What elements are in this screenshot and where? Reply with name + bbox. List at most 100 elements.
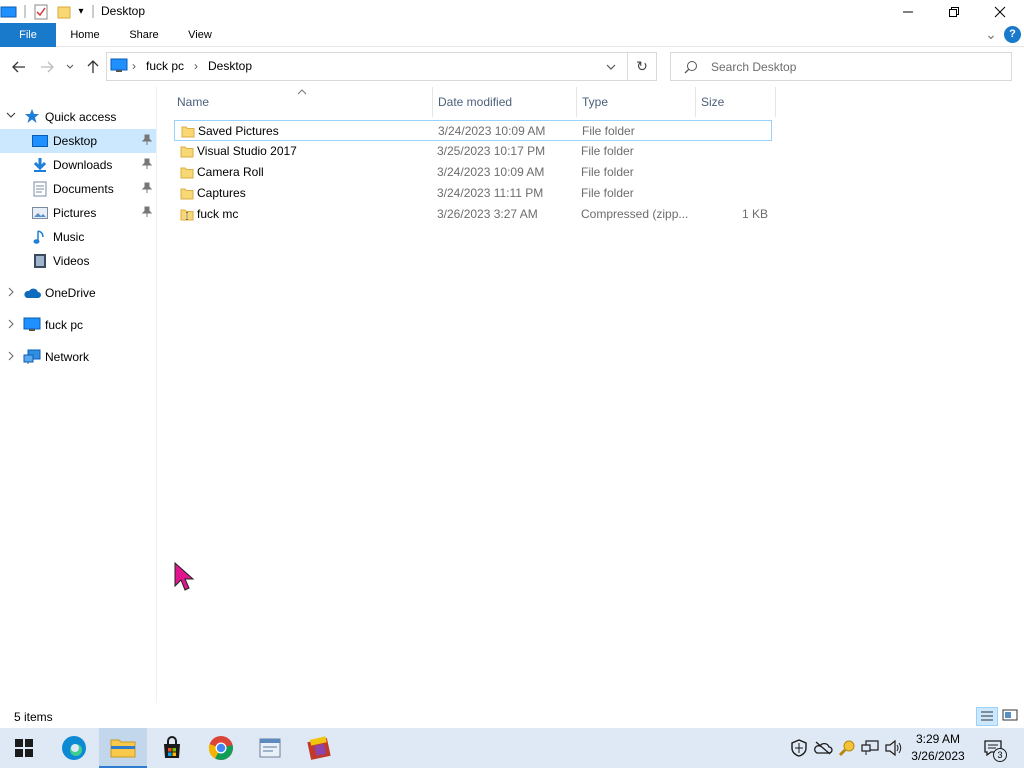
column-header-name[interactable]: Name (171, 87, 433, 117)
pin-icon (141, 206, 153, 221)
onedrive-offline-icon (814, 741, 833, 755)
file-type: File folder (581, 144, 634, 158)
nav-item-this-pc[interactable]: fuck pc (0, 313, 156, 337)
zip-folder-icon (180, 209, 194, 221)
documents-icon (33, 181, 47, 200)
restore-icon (949, 6, 959, 17)
table-row[interactable]: Saved Pictures 3/24/2023 10:09 AM File f… (174, 120, 772, 141)
column-header-size[interactable]: Size (695, 87, 776, 117)
breadcrumb-separator[interactable]: › (194, 59, 198, 73)
store-taskbar-button[interactable] (148, 728, 196, 768)
nav-item-videos[interactable]: Videos (0, 249, 156, 273)
nav-item-onedrive[interactable]: OneDrive (0, 281, 156, 305)
notification-center-button[interactable]: 3 (980, 738, 1007, 762)
winrar-icon (307, 736, 331, 760)
details-view-button[interactable] (976, 707, 998, 726)
column-header-type[interactable]: Type (576, 87, 696, 117)
nav-item-pictures[interactable]: Pictures (0, 201, 156, 225)
large-icons-view-icon (1002, 709, 1018, 721)
volume-tray-icon[interactable] (883, 738, 905, 758)
recent-locations-button[interactable] (62, 55, 78, 79)
collapsed-chevron-icon[interactable] (6, 319, 16, 332)
table-row[interactable]: Camera Roll 3/24/2023 10:09 AM File fold… (174, 162, 772, 183)
customize-qa-chevron-icon[interactable]: ▾ (74, 3, 88, 20)
forward-button[interactable] (37, 55, 57, 79)
file-type: File folder (581, 186, 634, 200)
qa-separator (92, 3, 94, 20)
this-pc-icon (23, 317, 41, 336)
properties-icon[interactable] (32, 3, 50, 20)
file-list: Name Date modified Type Size Saved Pictu… (160, 87, 1024, 703)
nav-label: Quick access (45, 110, 117, 124)
file-size: 1 KB (741, 207, 768, 221)
tab-home[interactable]: Home (58, 23, 112, 47)
desktop-icon (32, 134, 48, 151)
music-icon (33, 229, 47, 248)
winrar-taskbar-button[interactable] (295, 728, 343, 768)
minimize-icon (903, 11, 913, 12)
clock[interactable]: 3:29 AM 3/26/2023 (905, 731, 971, 765)
tab-view[interactable]: View (176, 23, 224, 47)
details-view-icon (981, 711, 993, 721)
nav-quick-access[interactable]: Quick access (0, 105, 156, 129)
nav-item-network[interactable]: Network (0, 345, 156, 369)
minimize-button[interactable] (885, 0, 931, 23)
search-input[interactable]: Search Desktop (670, 52, 1012, 81)
expanded-chevron-icon[interactable] (6, 110, 16, 123)
security-tray-icon[interactable] (788, 738, 810, 758)
nav-item-music[interactable]: Music (0, 225, 156, 249)
chrome-taskbar-button[interactable] (197, 728, 245, 768)
back-arrow-icon (12, 61, 25, 73)
table-row[interactable]: Captures 3/24/2023 11:11 PM File folder (174, 183, 772, 204)
nav-label: Downloads (53, 158, 113, 172)
tab-file[interactable]: File (0, 23, 56, 47)
magnifier-tray-icon[interactable] (836, 738, 858, 758)
table-row[interactable]: Visual Studio 2017 3/25/2023 10:17 PM Fi… (174, 141, 772, 162)
breadcrumb-desktop[interactable]: Desktop (208, 59, 252, 73)
new-folder-icon[interactable] (56, 3, 72, 20)
folder-icon (180, 167, 194, 179)
edge-taskbar-button[interactable] (50, 728, 98, 768)
file-date: 3/24/2023 10:09 AM (437, 165, 545, 179)
tab-share[interactable]: Share (116, 23, 172, 47)
window-icon (0, 3, 18, 20)
collapsed-chevron-icon[interactable] (6, 351, 16, 364)
help-icon[interactable]: ? (1004, 26, 1021, 43)
table-row[interactable]: fuck mc 3/26/2023 3:27 AM Compressed (zi… (174, 204, 772, 225)
large-icons-view-button[interactable] (1000, 707, 1020, 726)
file-explorer-taskbar-button[interactable] (99, 728, 147, 768)
back-button[interactable] (9, 55, 29, 79)
network-icon (23, 349, 41, 368)
breadcrumb-separator[interactable]: › (132, 59, 136, 73)
restore-button[interactable] (931, 0, 977, 23)
nav-item-downloads[interactable]: Downloads (0, 153, 156, 177)
nav-item-desktop[interactable]: Desktop (0, 129, 156, 153)
taskbar: 3:29 AM 3/26/2023 3 (0, 728, 1024, 768)
file-name: fuck mc (197, 207, 239, 221)
start-button[interactable] (0, 728, 48, 768)
magnifier-icon (838, 740, 855, 757)
app-window-taskbar-button[interactable] (246, 728, 294, 768)
store-icon (164, 736, 180, 758)
folder-icon (180, 188, 194, 200)
file-date: 3/26/2023 3:27 AM (437, 207, 538, 221)
address-dropdown-chevron-icon[interactable] (605, 59, 621, 75)
pin-icon (141, 158, 153, 173)
breadcrumb-this-pc[interactable]: fuck pc (146, 59, 184, 73)
qa-separator (24, 3, 26, 20)
file-date: 3/24/2023 10:09 AM (438, 124, 546, 138)
address-bar[interactable]: › fuck pc › Desktop (106, 52, 628, 81)
network-tray-icon[interactable] (860, 738, 882, 758)
clock-time: 3:29 AM (915, 732, 961, 746)
column-header-date-modified[interactable]: Date modified (432, 87, 577, 117)
up-button[interactable] (83, 55, 103, 79)
nav-item-documents[interactable]: Documents (0, 177, 156, 201)
onedrive-offline-tray-icon[interactable] (812, 738, 834, 758)
refresh-button[interactable]: ↻ (628, 52, 657, 81)
expand-ribbon-chevron-icon[interactable]: ⌄ (983, 26, 999, 44)
nav-label: Music (53, 230, 85, 244)
collapsed-chevron-icon[interactable] (6, 287, 16, 300)
folder-icon (180, 146, 194, 158)
file-explorer-icon (110, 739, 136, 758)
close-button[interactable] (977, 0, 1023, 23)
